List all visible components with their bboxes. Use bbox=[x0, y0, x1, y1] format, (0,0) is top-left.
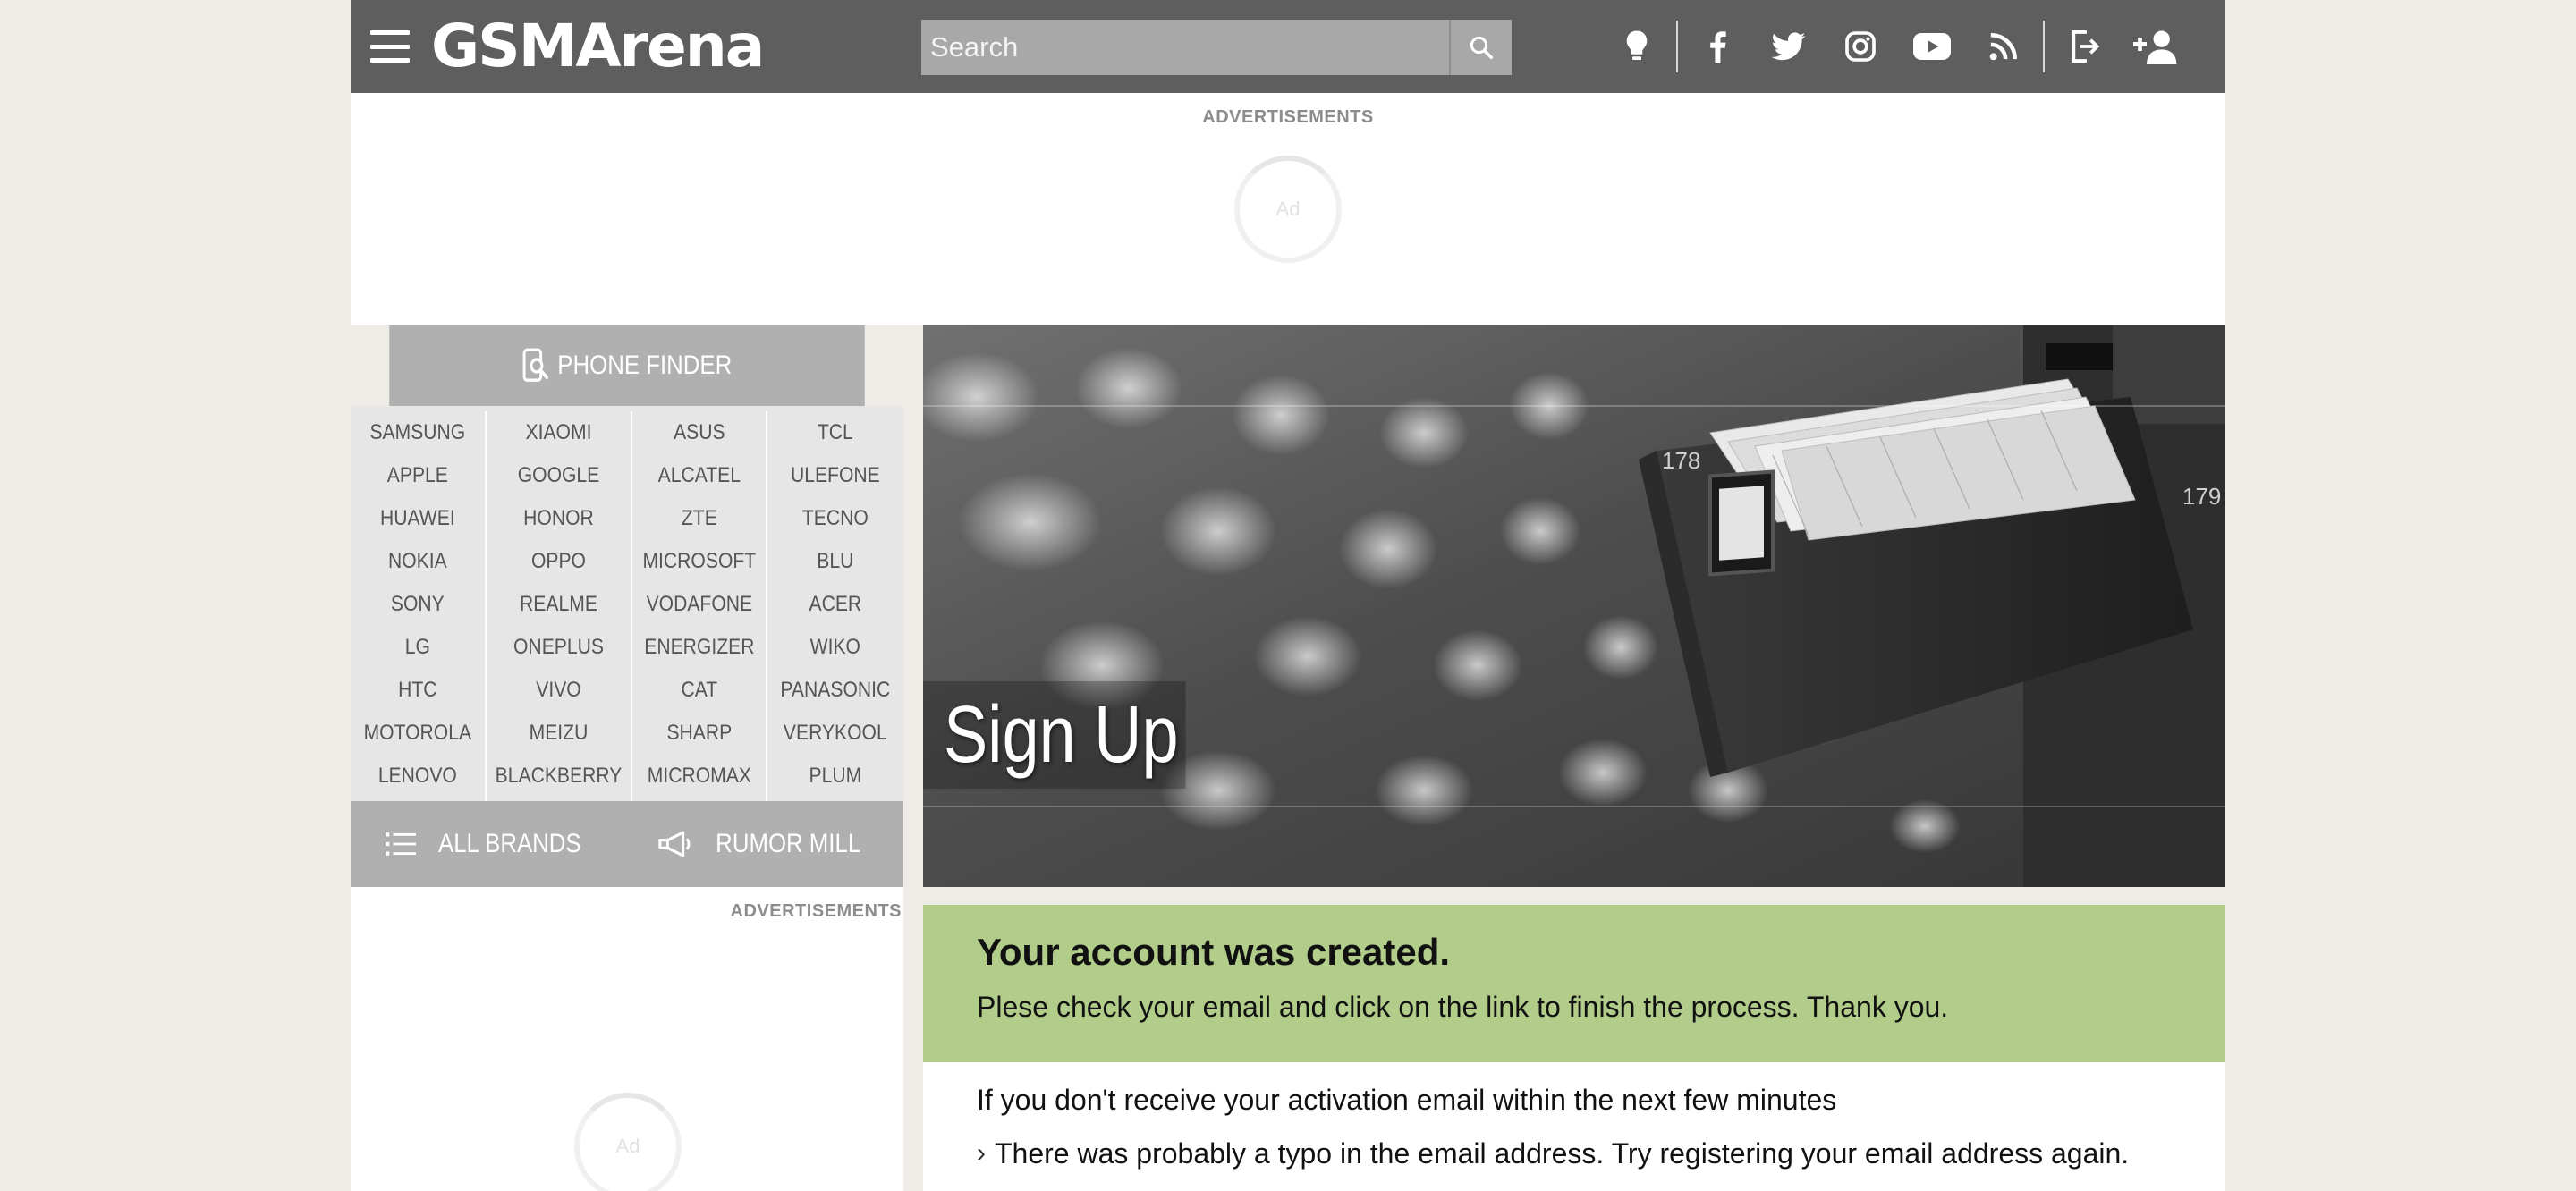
brand-link[interactable]: VERYKOOL bbox=[775, 712, 894, 755]
brand-link[interactable]: HUAWEI bbox=[359, 497, 477, 540]
ad-loading-spinner: Ad bbox=[1234, 156, 1342, 263]
success-message: Your account was created. Plese check yo… bbox=[923, 905, 2225, 1062]
brand-link[interactable]: ALCATEL bbox=[640, 454, 758, 497]
brand-column: ASUS ALCATEL ZTE MICROSOFT VODAFONE ENER… bbox=[632, 411, 768, 801]
brand-link[interactable]: WIKO bbox=[775, 626, 894, 669]
help-list-item[interactable]: › There was probably a typo in the email… bbox=[977, 1136, 2172, 1171]
phone-finder-footer: ALL BRANDS RUMOR MILL bbox=[351, 801, 903, 887]
header-divider bbox=[2043, 21, 2045, 72]
brand-link[interactable]: ZTE bbox=[640, 497, 758, 540]
all-brands-button[interactable]: ALL BRANDS bbox=[351, 801, 627, 887]
brand-link[interactable]: CAT bbox=[640, 669, 758, 712]
ad-label: ADVERTISEMENTS bbox=[730, 901, 902, 921]
rumor-mill-button[interactable]: RUMOR MILL bbox=[627, 801, 903, 887]
search-button[interactable] bbox=[1449, 20, 1512, 75]
brand-link[interactable]: MICROSOFT bbox=[640, 540, 758, 583]
brand-link[interactable]: GOOGLE bbox=[495, 454, 622, 497]
brand-link[interactable]: APPLE bbox=[359, 454, 477, 497]
brand-grid: SAMSUNG APPLE HUAWEI NOKIA SONY LG HTC M… bbox=[351, 406, 903, 801]
header-divider bbox=[1676, 21, 1678, 72]
brand-link[interactable]: BLACKBERRY bbox=[495, 755, 622, 798]
brand-column: XIAOMI GOOGLE HONOR OPPO REALME ONEPLUS … bbox=[487, 411, 632, 801]
rumor-mill-label: RUMOR MILL bbox=[716, 829, 861, 858]
brand-link[interactable]: ASUS bbox=[640, 411, 758, 454]
logo-text: GSMArena bbox=[431, 13, 763, 80]
brand-link[interactable]: BLU bbox=[775, 540, 894, 583]
brand-link[interactable]: ENERGIZER bbox=[640, 626, 758, 669]
brand-link[interactable]: PLUM bbox=[775, 755, 894, 798]
phone-finder-header[interactable]: PHONE FINDER bbox=[389, 325, 865, 406]
search-bar bbox=[921, 20, 1512, 75]
brand-link[interactable]: TECNO bbox=[775, 497, 894, 540]
card-catalog-image: 178 179 bbox=[923, 325, 2225, 887]
list-icon bbox=[385, 832, 416, 856]
header-icons bbox=[1601, 18, 2191, 75]
hero-banner: 178 179 Sign Up bbox=[923, 325, 2225, 887]
site-header: GSMArena bbox=[351, 0, 2225, 93]
instagram-icon[interactable] bbox=[1825, 18, 1896, 75]
ad-label: ADVERTISEMENTS bbox=[1202, 107, 1374, 127]
youtube-icon[interactable] bbox=[1896, 18, 1968, 75]
site-logo[interactable]: GSMArena bbox=[431, 12, 807, 80]
activation-help: If you don't receive your activation ema… bbox=[923, 1062, 2225, 1191]
brand-link[interactable]: MEIZU bbox=[495, 712, 622, 755]
rss-icon[interactable] bbox=[1968, 18, 2039, 75]
menu-icon[interactable] bbox=[370, 30, 410, 63]
brand-link[interactable]: XIAOMI bbox=[495, 411, 622, 454]
brand-link[interactable]: OPPO bbox=[495, 540, 622, 583]
brand-link[interactable]: LENOVO bbox=[359, 755, 477, 798]
phone-finder: PHONE FINDER SAMSUNG APPLE HUAWEI NOKIA … bbox=[351, 325, 903, 887]
success-text: Plese check your email and click on the … bbox=[977, 991, 1949, 1023]
drawer-label: 178 bbox=[1662, 447, 1700, 474]
search-input[interactable] bbox=[921, 20, 1449, 75]
facebook-icon[interactable] bbox=[1682, 18, 1753, 75]
brand-link[interactable]: SONY bbox=[359, 583, 477, 626]
drawer-label: 179 bbox=[2182, 483, 2221, 510]
add-user-icon[interactable] bbox=[2120, 18, 2191, 75]
brand-column: TCL ULEFONE TECNO BLU ACER WIKO PANASONI… bbox=[767, 411, 903, 801]
brand-link[interactable]: LG bbox=[359, 626, 477, 669]
sidebar-advertisement: ADVERTISEMENTS Ad bbox=[351, 887, 903, 1191]
twitter-icon[interactable] bbox=[1753, 18, 1825, 75]
brand-link[interactable]: VODAFONE bbox=[640, 583, 758, 626]
brand-link[interactable]: SHARP bbox=[640, 712, 758, 755]
brand-link[interactable]: NOKIA bbox=[359, 540, 477, 583]
brand-link[interactable]: VIVO bbox=[495, 669, 622, 712]
all-brands-label: ALL BRANDS bbox=[437, 829, 581, 858]
top-advertisement: ADVERTISEMENTS Ad bbox=[351, 93, 2225, 325]
page-wrapper: GSMArena Search ADVERTISEMENTS Ad PHONE … bbox=[351, 0, 2225, 1191]
phone-search-icon bbox=[522, 348, 548, 382]
brand-link[interactable]: MICROMAX bbox=[640, 755, 758, 798]
brand-link[interactable]: TCL bbox=[775, 411, 894, 454]
brand-link[interactable]: MOTOROLA bbox=[359, 712, 477, 755]
brand-link[interactable]: REALME bbox=[495, 583, 622, 626]
phone-finder-title: PHONE FINDER bbox=[557, 351, 733, 380]
ad-placeholder-text: Ad bbox=[1275, 198, 1301, 220]
help-intro: If you don't receive your activation ema… bbox=[977, 1084, 1837, 1116]
brand-link[interactable]: SAMSUNG bbox=[359, 411, 477, 454]
brand-link[interactable]: HONOR bbox=[495, 497, 622, 540]
search-icon bbox=[1470, 36, 1493, 59]
ad-loading-spinner: Ad bbox=[574, 1093, 682, 1191]
megaphone-icon bbox=[658, 831, 691, 857]
lightbulb-icon[interactable] bbox=[1601, 18, 1673, 75]
brand-link[interactable]: PANASONIC bbox=[775, 669, 894, 712]
brand-link[interactable]: ONEPLUS bbox=[495, 626, 622, 669]
chevron-right-icon: › bbox=[977, 1138, 986, 1168]
help-item-text: There was probably a typo in the email a… bbox=[995, 1137, 2130, 1170]
login-icon[interactable] bbox=[2048, 18, 2120, 75]
success-heading: Your account was created. bbox=[977, 931, 1451, 973]
brand-link[interactable]: ULEFONE bbox=[775, 454, 894, 497]
brand-link[interactable]: HTC bbox=[359, 669, 477, 712]
page-title: Sign Up bbox=[923, 681, 1186, 789]
brand-column: SAMSUNG APPLE HUAWEI NOKIA SONY LG HTC M… bbox=[351, 411, 487, 801]
brand-link[interactable]: ACER bbox=[775, 583, 894, 626]
ad-placeholder-text: Ad bbox=[615, 1135, 640, 1157]
